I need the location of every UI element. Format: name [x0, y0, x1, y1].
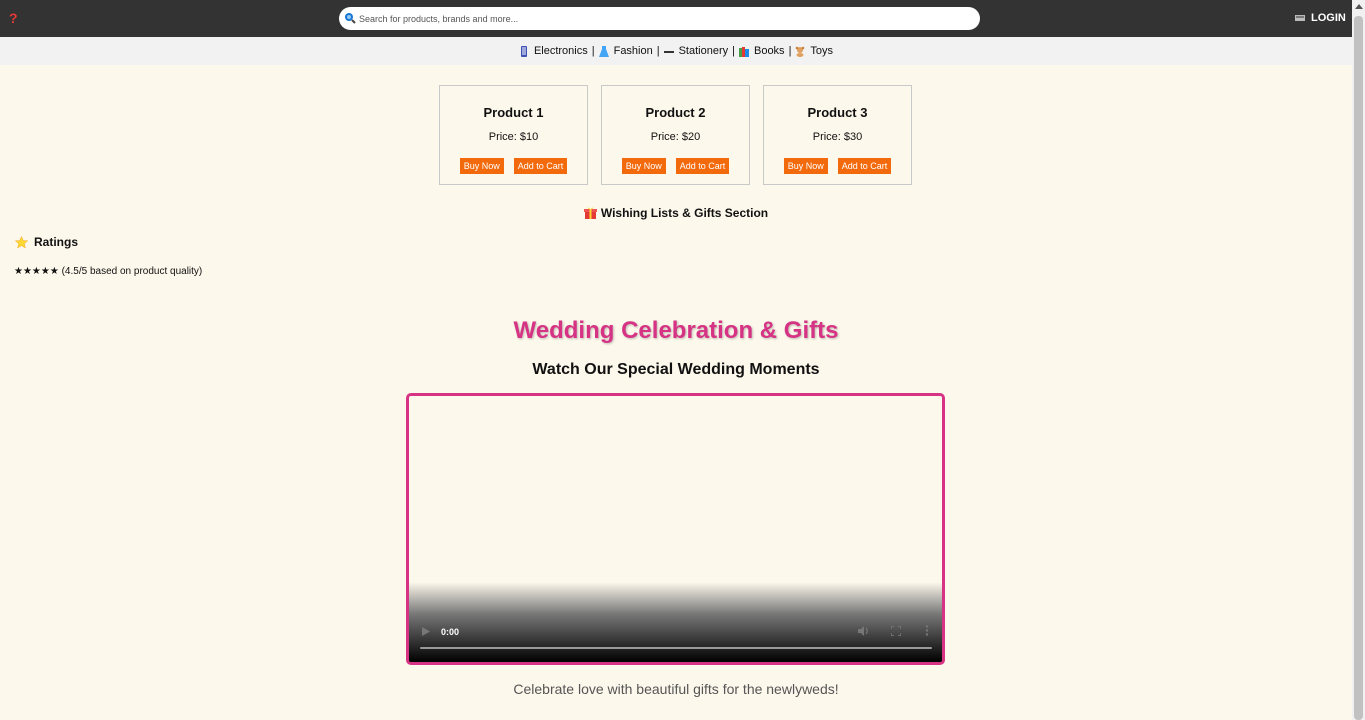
help-icon[interactable]: ? [9, 10, 18, 26]
category-label: Electronics [533, 45, 588, 57]
add-to-cart-button[interactable]: Add to Cart [513, 158, 568, 174]
wedding-caption: Celebrate love with beautiful gifts for … [513, 681, 839, 697]
product-card-1: Product 1 Price: $10 Buy Now Add to Cart [439, 85, 588, 185]
category-label: Books [753, 45, 785, 57]
category-books[interactable]: Books [738, 45, 785, 57]
add-to-cart-button[interactable]: Add to Cart [675, 158, 730, 174]
page-scrollbar[interactable] [1352, 0, 1365, 720]
product-card-3: Product 3 Price: $30 Buy Now Add to Cart [763, 85, 912, 185]
star-icon [15, 236, 28, 249]
wedding-title: Wedding Celebration & Gifts [513, 317, 839, 344]
product-name: Product 2 [645, 105, 706, 120]
search-icon [345, 13, 356, 24]
teddy-bear-icon [796, 46, 805, 57]
cart-icon [1295, 15, 1305, 21]
product-card-2: Product 2 Price: $20 Buy Now Add to Cart [601, 85, 750, 185]
category-fashion[interactable]: Fashion [598, 45, 653, 57]
login-label: LOGIN [1311, 12, 1346, 24]
buy-now-button[interactable]: Buy Now [621, 158, 666, 174]
category-label: Fashion [613, 45, 653, 57]
ratings-text: ★★★★★ (4.5/5 based on product quality) [14, 266, 203, 277]
wishlist-heading: Wishing Lists & Gifts Section [0, 206, 1352, 221]
books-icon [738, 46, 749, 57]
ratings-title: Ratings [34, 235, 79, 249]
search-input[interactable] [359, 7, 969, 30]
pen-icon [663, 50, 674, 53]
category-separator: | [732, 45, 735, 57]
buy-now-button[interactable]: Buy Now [459, 158, 504, 174]
scroll-up-arrow-icon[interactable] [1355, 4, 1363, 9]
category-separator: | [591, 45, 595, 57]
category-bar: Electronics | Fashion | Stationery | Boo… [0, 37, 1352, 65]
volume-icon[interactable] [858, 626, 869, 636]
category-label: Toys [810, 45, 834, 57]
video-time: 0:00 [441, 627, 460, 637]
buy-now-button[interactable]: Buy Now [783, 158, 828, 174]
wishlist-label: Wishing Lists & Gifts Section [600, 206, 769, 220]
product-price: Price: $20 [650, 131, 701, 143]
product-name: Product 3 [807, 105, 868, 120]
add-to-cart-button[interactable]: Add to Cart [837, 158, 892, 174]
product-name: Product 1 [483, 105, 544, 120]
search-box[interactable] [339, 7, 980, 30]
ratings-heading: Ratings [15, 235, 78, 250]
category-separator: | [656, 45, 660, 57]
product-price: Price: $10 [488, 131, 539, 143]
category-label: Stationery [678, 45, 729, 57]
top-bar: ? LOGIN [0, 0, 1352, 37]
category-stationery[interactable]: Stationery [663, 45, 729, 57]
scroll-thumb[interactable] [1354, 16, 1363, 720]
category-toys[interactable]: Toys [795, 45, 833, 57]
category-electronics[interactable]: Electronics [519, 45, 588, 57]
wedding-video-player[interactable]: 0:00 [406, 393, 945, 665]
play-icon[interactable] [422, 627, 430, 636]
product-price: Price: $30 [812, 131, 863, 143]
wedding-subtitle: Watch Our Special Wedding Moments [532, 361, 820, 378]
dress-icon [598, 45, 609, 57]
fullscreen-icon[interactable] [891, 626, 901, 636]
category-separator: | [788, 45, 792, 57]
page: ? LOGIN Electronics | [0, 0, 1365, 720]
phone-icon [520, 45, 527, 57]
video-progress-bar[interactable] [420, 647, 932, 649]
login-button[interactable]: LOGIN [1294, 11, 1346, 25]
more-options-icon[interactable] [925, 625, 929, 636]
gift-icon [583, 207, 597, 219]
